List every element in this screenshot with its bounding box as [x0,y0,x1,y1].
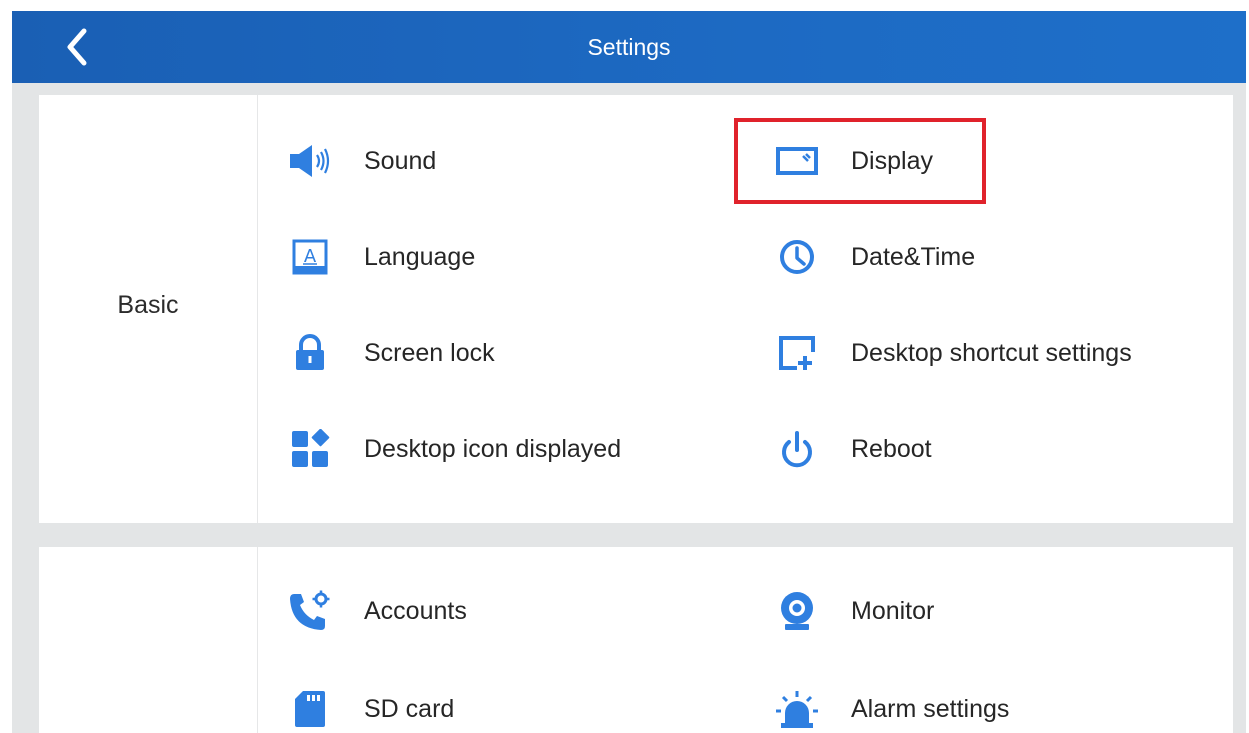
menu-item-accounts[interactable]: Accounts [286,583,467,639]
camera-icon [781,592,813,630]
add-shortcut-icon [779,336,815,370]
menu-item-label: Date&Time [851,242,976,271]
lock-icon [296,334,324,370]
section-divider [257,547,258,733]
language-icon: A [292,239,328,275]
menu-item-label: Alarm settings [851,694,1010,723]
menu-item-label: Accounts [364,596,467,625]
menu-item-label: Monitor [851,596,935,625]
section-label-basic: Basic [117,291,179,319]
menu-item-label: Screen lock [364,338,495,367]
display-highlight-box [734,118,986,204]
page-title: Settings [587,34,671,60]
basic-settings-card: Basic Sound Display A Language Date&Time… [39,95,1233,523]
grid-icon [292,429,330,467]
menu-item-desktop-shortcut-settings[interactable]: Desktop shortcut settings [773,325,1132,381]
menu-item-label: SD card [364,694,455,723]
speaker-icon [290,145,330,177]
settings-screen: Settings Basic Sound Display A Language … [12,11,1246,733]
clock-icon [780,240,814,274]
menu-item-sd-card[interactable]: SD card [286,681,454,733]
advanced-settings-card: Accounts Monitor SD card Alarm settings [39,547,1233,733]
menu-item-label: Language [364,242,476,271]
menu-item-reboot[interactable]: Reboot [773,421,932,477]
menu-item-label: Reboot [851,434,932,463]
menu-item-label: Desktop icon displayed [364,434,622,463]
menu-item-screen-lock[interactable]: Screen lock [286,325,495,381]
sd-card-icon [295,691,325,727]
menu-item-desktop-icon-displayed[interactable]: Desktop icon displayed [286,421,621,477]
phone-gear-icon [290,590,330,630]
top-bar: Settings [12,11,1246,83]
power-icon [782,431,812,468]
menu-item-label: Sound [364,146,437,175]
menu-item-monitor[interactable]: Monitor [773,583,934,639]
menu-item-language[interactable]: A Language [286,229,475,285]
section-divider [257,95,258,523]
alarm-light-icon [776,691,818,728]
menu-item-sound[interactable]: Sound [286,133,436,189]
menu-item-label: Desktop shortcut settings [851,338,1132,367]
menu-item-date-time[interactable]: Date&Time [773,229,975,285]
menu-item-alarm-settings[interactable]: Alarm settings [773,681,1009,733]
